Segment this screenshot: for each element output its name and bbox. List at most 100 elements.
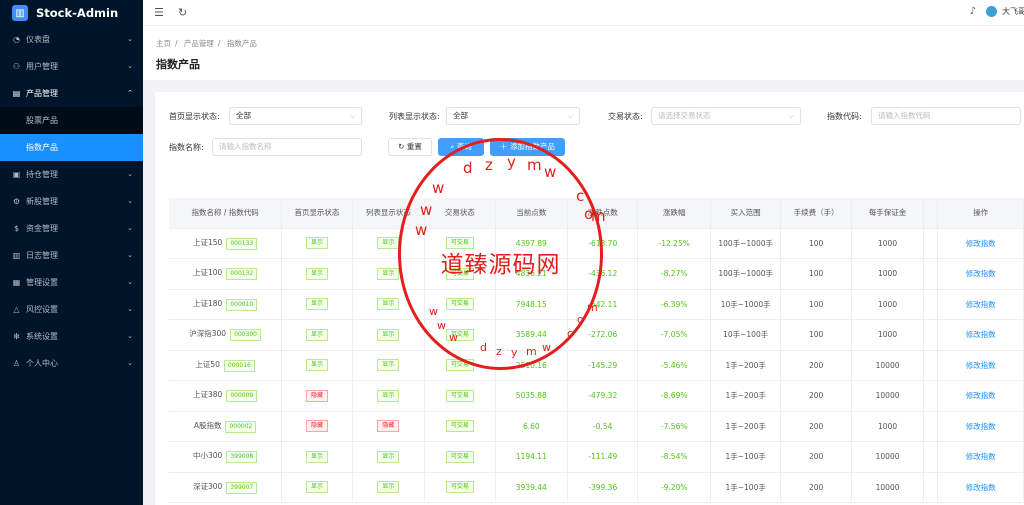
margin-cell: 1000: [851, 411, 925, 442]
edit-index-link[interactable]: 修改指数: [966, 330, 996, 339]
margin-cell: 1000: [851, 228, 925, 259]
trade-status-cell: 可交易: [424, 472, 496, 503]
column-header: 手续费（手）: [780, 198, 852, 229]
sidebar-item-6[interactable]: ▥ 日志管理 ⌄: [0, 242, 143, 269]
reset-button[interactable]: ↻ 重置: [388, 138, 432, 156]
edit-index-link[interactable]: 修改指数: [966, 361, 996, 370]
home-status-cell: 显示: [281, 319, 353, 351]
list-status-cell: 隐藏: [352, 411, 426, 442]
list-status-badge: 显示: [377, 298, 400, 311]
table-header: 指数名称 / 指数代码 首页显示状态 列表显示状态 交易状态 当前点数 涨跌点数 涨跌幅 买入…: [169, 198, 1024, 229]
risk-icon: △: [13, 305, 20, 314]
chevron-down-icon: ⌄: [127, 332, 133, 340]
edit-index-link[interactable]: 修改指数: [966, 391, 996, 400]
column-header: 涨跌点数: [567, 198, 639, 229]
buy-range-cell: 1手~200手: [710, 350, 782, 381]
price-cell: 4836.21: [495, 258, 569, 290]
list-status-cell: 显示: [352, 258, 426, 290]
home-status-cell: 显示: [281, 472, 353, 503]
refresh-icon[interactable]: ↻: [178, 6, 187, 19]
home-status-label: 首页显示状态:: [169, 112, 220, 121]
chevron-down-icon: ⌵: [567, 112, 573, 120]
sidebar-item-9[interactable]: ✻ 系统设置 ⌄: [0, 323, 143, 350]
change-cell: -479.32: [567, 380, 639, 412]
price-cell: 2510.16: [495, 350, 569, 381]
fee-cell: 200: [780, 350, 852, 381]
index-code-input[interactable]: 请输入指数代码: [871, 107, 1021, 125]
list-status-badge: 隐藏: [377, 420, 400, 433]
chevron-up-icon: ⌃: [127, 89, 133, 97]
breadcrumb-product[interactable]: 产品管理: [184, 39, 214, 48]
fee-cell: 200: [780, 411, 852, 442]
bell-icon[interactable]: ♪: [970, 6, 976, 17]
price-cell: 6.60: [495, 411, 569, 442]
sidebar-item-label: 资金管理: [26, 224, 58, 233]
app-logo[interactable]: ▥ Stock-Admin: [0, 0, 143, 26]
column-header: 列表显示状态: [352, 198, 426, 229]
index-name: 上证50: [195, 359, 220, 369]
edit-index-link[interactable]: 修改指数: [966, 269, 996, 278]
table-row: 深证300 399007 显示 显示 可交易 3939.44 -399.36 -9.20% 1手…: [169, 472, 1024, 503]
action-cell: 修改指数: [937, 411, 1024, 442]
sidebar-item-3[interactable]: ▣ 持仓管理 ⌄: [0, 161, 143, 188]
edit-index-link[interactable]: 修改指数: [966, 483, 996, 492]
sidebar-item-10[interactable]: ♙ 个人中心 ⌄: [0, 350, 143, 377]
list-status-select[interactable]: 全部 ⌵: [446, 107, 580, 125]
breadcrumb-home[interactable]: 主页: [156, 39, 171, 48]
edit-index-link[interactable]: 修改指数: [966, 422, 996, 431]
list-status-cell: 显示: [352, 228, 426, 259]
sidebar-subitem-0[interactable]: 股票产品: [0, 107, 143, 134]
action-cell: 修改指数: [937, 228, 1024, 259]
user-name: 大飞哥: [1002, 7, 1024, 16]
spacer-cell: [923, 441, 939, 473]
sidebar-item-5[interactable]: $ 资金管理 ⌄: [0, 215, 143, 242]
list-status-badge: 显示: [377, 450, 400, 463]
menu-fold-icon[interactable]: ☰: [154, 6, 164, 19]
action-cell: 修改指数: [937, 258, 1024, 290]
home-status-select[interactable]: 全部 ⌵: [229, 107, 362, 125]
change-pct-cell: -5.46%: [637, 350, 711, 381]
sidebar-item-7[interactable]: ▦ 管理设置 ⌄: [0, 269, 143, 296]
list-status-badge: 显示: [377, 237, 400, 250]
home-status-badge: 显示: [305, 359, 328, 372]
margin-cell: 1000: [851, 258, 925, 290]
sidebar-item-1[interactable]: ⚇ 用户管理 ⌄: [0, 53, 143, 80]
user-menu[interactable]: 大飞哥: [986, 6, 1024, 17]
margin-cell: 10000: [851, 472, 925, 503]
index-name-cell: 上证180 000010: [169, 289, 283, 320]
sidebar: ▥ Stock-Admin ◔ 仪表盘 ⌄ ⚇ 用户管理 ⌄ ▤ 产品管理 ⌃ 股票产品 指数产品 ▣…: [0, 0, 143, 505]
trade-status-select[interactable]: 请选择交易状态 ⌵: [651, 107, 801, 125]
edit-index-link[interactable]: 修改指数: [966, 452, 996, 461]
edit-index-link[interactable]: 修改指数: [966, 300, 996, 309]
list-status-badge: 显示: [377, 481, 400, 494]
table-row: 沪深指300 000300 显示 显示 可交易 3589.44 -272.06 -7.05% 1…: [169, 319, 1024, 351]
index-name-cell: 上证150 000133: [169, 228, 283, 259]
search-button[interactable]: ⌕ 查询: [438, 138, 484, 156]
plus-icon: ＋: [500, 142, 510, 151]
index-name-input[interactable]: 请输入指数名称: [212, 138, 362, 156]
index-name-cell: 上证100 000132: [169, 258, 283, 290]
spacer-cell: [923, 472, 939, 503]
table-row: 上证150 000133 显示 显示 可交易 4397.89 -613.70 -12.25% 1…: [169, 228, 1024, 259]
sidebar-subitem-1[interactable]: 指数产品: [0, 134, 143, 161]
sidebar-item-2[interactable]: ▤ 产品管理 ⌃: [0, 80, 143, 107]
home-status-cell: 显示: [281, 258, 353, 290]
index-name: 上证100: [192, 268, 223, 278]
buy-range-cell: 1手~200手: [710, 411, 782, 442]
new-stock-icon: ⚙: [12, 197, 21, 206]
sidebar-item-8[interactable]: △ 风控设置 ⌄: [0, 296, 143, 323]
chevron-down-icon: ⌄: [127, 305, 133, 313]
personal-icon: ♙: [12, 359, 21, 368]
index-name-cell: 深证300 399007: [169, 472, 283, 503]
sidebar-item-label: 新股管理: [26, 197, 58, 206]
edit-index-link[interactable]: 修改指数: [966, 239, 996, 248]
trade-status-badge: 可交易: [445, 450, 474, 463]
fee-cell: 200: [780, 380, 852, 412]
home-status-badge: 显示: [305, 328, 328, 341]
breadcrumb: 主页 / 产品管理 / 指数产品: [156, 39, 257, 48]
add-index-button[interactable]: ＋ 添加指数产品: [490, 138, 565, 156]
sidebar-item-4[interactable]: ⚙ 新股管理 ⌄: [0, 188, 143, 215]
sidebar-item-0[interactable]: ◔ 仪表盘 ⌄: [0, 26, 143, 53]
product-icon: ▤: [12, 89, 21, 98]
trade-status-cell: 可交易: [424, 258, 496, 290]
